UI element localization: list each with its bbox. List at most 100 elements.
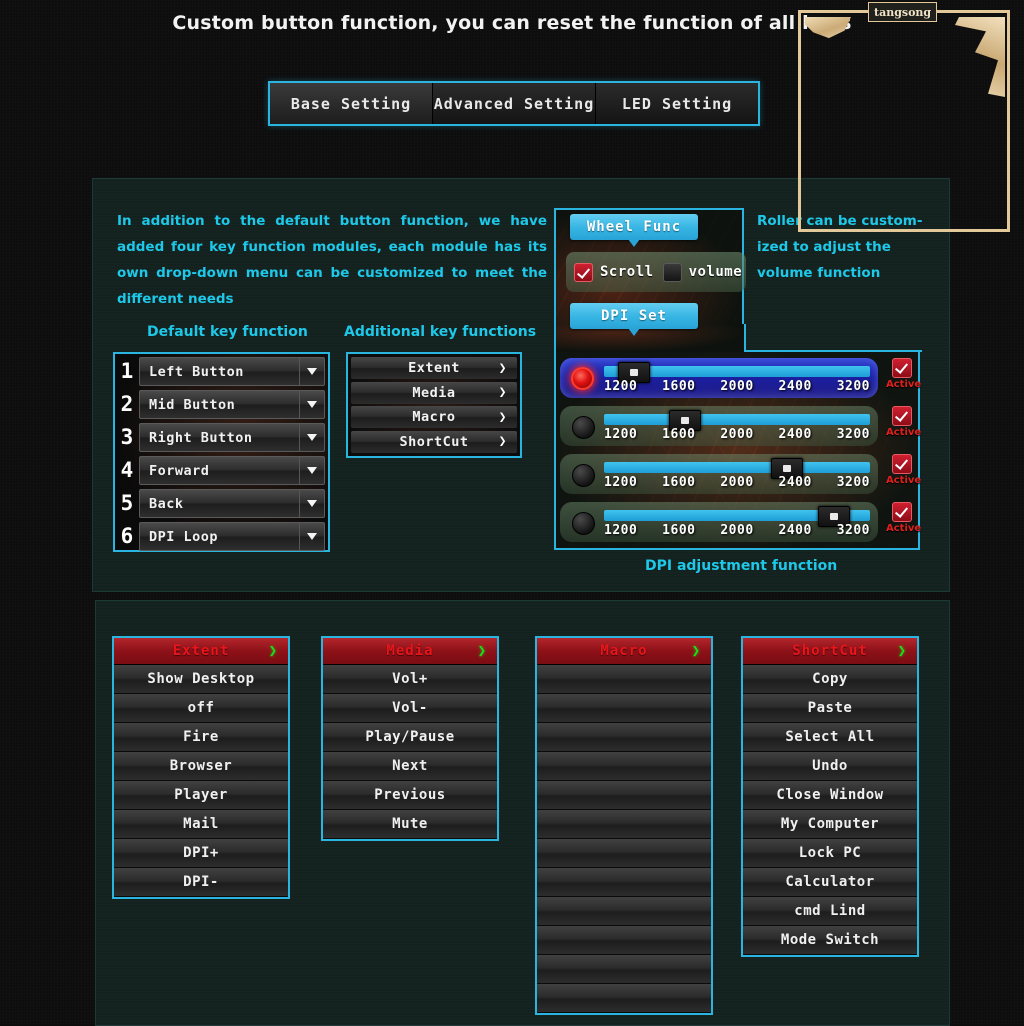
dpi-set-tag: DPI Set	[570, 303, 698, 336]
menu-item[interactable]: Mail	[114, 810, 288, 839]
menu-item-label: Player	[174, 787, 228, 803]
chevron-down-icon[interactable]	[299, 523, 324, 550]
additional-key-shortcut[interactable]: ShortCut ❯	[351, 430, 517, 453]
menu-item[interactable]	[537, 752, 711, 781]
default-key-select-2[interactable]: Mid Button	[139, 390, 325, 419]
menu-item[interactable]	[537, 897, 711, 926]
dpi-active-checkbox[interactable]	[892, 406, 912, 426]
menu-item[interactable]: Calculator	[743, 868, 917, 897]
menu-shortcut-header[interactable]: ShortCut ❯	[743, 638, 917, 665]
dpi-panel-top-edge	[744, 350, 922, 352]
dpi-slider-track[interactable]	[604, 462, 870, 473]
dpi-active-checkbox[interactable]	[892, 454, 912, 474]
menu-item[interactable]	[537, 868, 711, 897]
chevron-down-icon[interactable]	[299, 490, 324, 517]
menu-item[interactable]: off	[114, 694, 288, 723]
dpi-active-label: Active	[886, 523, 922, 534]
menu-media-header[interactable]: Media ❯	[323, 638, 497, 665]
additional-key-extent[interactable]: Extent ❯	[351, 357, 517, 379]
dpi-tick: 2400	[778, 379, 812, 394]
menu-item[interactable]	[537, 694, 711, 723]
dpi-tick: 3200	[836, 379, 870, 394]
menu-item[interactable]	[537, 984, 711, 1013]
menu-item[interactable]: Undo	[743, 752, 917, 781]
chevron-down-icon[interactable]	[299, 457, 324, 484]
dpi-slider-track[interactable]	[604, 414, 870, 425]
dpi-row-radio[interactable]	[571, 367, 594, 390]
dpi-active-checkbox[interactable]	[892, 502, 912, 522]
menu-item[interactable]: Next	[323, 752, 497, 781]
menu-item[interactable]	[537, 723, 711, 752]
menu-item-label: Mode Switch	[780, 932, 880, 948]
menu-item[interactable]: Fire	[114, 723, 288, 752]
chevron-down-icon[interactable]	[299, 358, 324, 385]
dpi-tick: 1600	[662, 523, 696, 538]
volume-checkbox[interactable]	[662, 262, 682, 282]
menu-item[interactable]	[537, 810, 711, 839]
watermark-text: tangsong	[874, 5, 932, 19]
menu-item[interactable]: Lock PC	[743, 839, 917, 868]
tab-base-setting-label: Base Setting	[290, 94, 412, 113]
menu-extent-header[interactable]: Extent ❯	[114, 638, 288, 665]
menu-item[interactable]: Previous	[323, 781, 497, 810]
default-key-select-3[interactable]: Right Button	[139, 423, 325, 452]
default-key-number: 5	[120, 491, 134, 515]
menu-item[interactable]: Browser	[114, 752, 288, 781]
menu-item[interactable]: Paste	[743, 694, 917, 723]
additional-key-macro[interactable]: Macro ❯	[351, 406, 517, 429]
dpi-row-radio[interactable]	[572, 512, 595, 535]
menu-item[interactable]: Close Window	[743, 781, 917, 810]
additional-key-media[interactable]: Media ❯	[351, 381, 517, 404]
dpi-active-checkbox[interactable]	[892, 358, 912, 378]
menu-item[interactable]: Copy	[743, 665, 917, 694]
menu-item[interactable]: DPI-	[114, 868, 288, 897]
tab-base-setting[interactable]: Base Setting	[270, 83, 433, 124]
menu-item[interactable]: Mode Switch	[743, 926, 917, 955]
menu-item[interactable]: My Computer	[743, 810, 917, 839]
menu-macro-header[interactable]: Macro ❯	[537, 638, 711, 665]
default-key-select-1[interactable]: Left Button	[139, 357, 325, 386]
menu-item[interactable]: Play/Pause	[323, 723, 497, 752]
menu-item[interactable]: Vol-	[323, 694, 497, 723]
menu-item[interactable]	[537, 955, 711, 984]
scroll-checkbox[interactable]	[574, 262, 593, 282]
dpi-tick: 2000	[720, 475, 754, 490]
dpi-active-label: Active	[886, 475, 922, 486]
dpi-tick: 2400	[778, 427, 812, 442]
dpi-tick: 2000	[720, 523, 754, 538]
additional-key-functions-title: Additional key functions	[344, 324, 537, 340]
chevron-down-icon[interactable]	[299, 391, 324, 418]
menu-item[interactable]: Vol+	[323, 665, 497, 694]
dpi-tick: 1600	[662, 475, 696, 490]
additional-key-functions-list: Extent ❯ Media ❯ Macro ❯ ShortCut ❯	[346, 352, 522, 458]
menu-item-label: Calculator	[785, 874, 875, 890]
dpi-row-radio[interactable]	[572, 464, 595, 487]
menu-item[interactable]	[537, 781, 711, 810]
default-key-value: Back	[149, 495, 184, 512]
tab-advanced-setting[interactable]: Advanced Setting	[433, 83, 596, 124]
ribbon-right-icon	[955, 17, 1005, 97]
default-key-select-6[interactable]: DPI Loop	[139, 522, 325, 551]
menu-item[interactable]	[537, 665, 711, 694]
menu-item[interactable]: DPI+	[114, 839, 288, 868]
dpi-row-2: 1200 1600 2000 2400 3200 Active	[556, 404, 921, 448]
tab-led-setting[interactable]: LED Setting	[596, 83, 758, 124]
menu-item[interactable]: cmd Lind	[743, 897, 917, 926]
dpi-tick: 1200	[604, 427, 638, 442]
menu-item[interactable]	[537, 839, 711, 868]
menu-item[interactable]: Select All	[743, 723, 917, 752]
chevron-down-icon[interactable]	[299, 424, 324, 451]
default-key-number: 6	[120, 524, 134, 548]
menu-item-label: Vol+	[392, 671, 428, 687]
default-key-row: 6 DPI Loop	[115, 522, 325, 551]
dpi-row-radio[interactable]	[572, 416, 595, 439]
default-key-select-5[interactable]: Back	[139, 489, 325, 518]
menu-item[interactable]: Player	[114, 781, 288, 810]
default-key-number: 3	[120, 425, 134, 449]
default-key-select-4[interactable]: Forward	[139, 456, 325, 485]
menu-item[interactable]: Show Desktop	[114, 665, 288, 694]
menu-item[interactable]	[537, 926, 711, 955]
menu-item[interactable]: Mute	[323, 810, 497, 839]
menu-shortcut-title: ShortCut	[792, 643, 868, 659]
dpi-tick-labels: 1200 1600 2000 2400 3200	[604, 475, 870, 490]
